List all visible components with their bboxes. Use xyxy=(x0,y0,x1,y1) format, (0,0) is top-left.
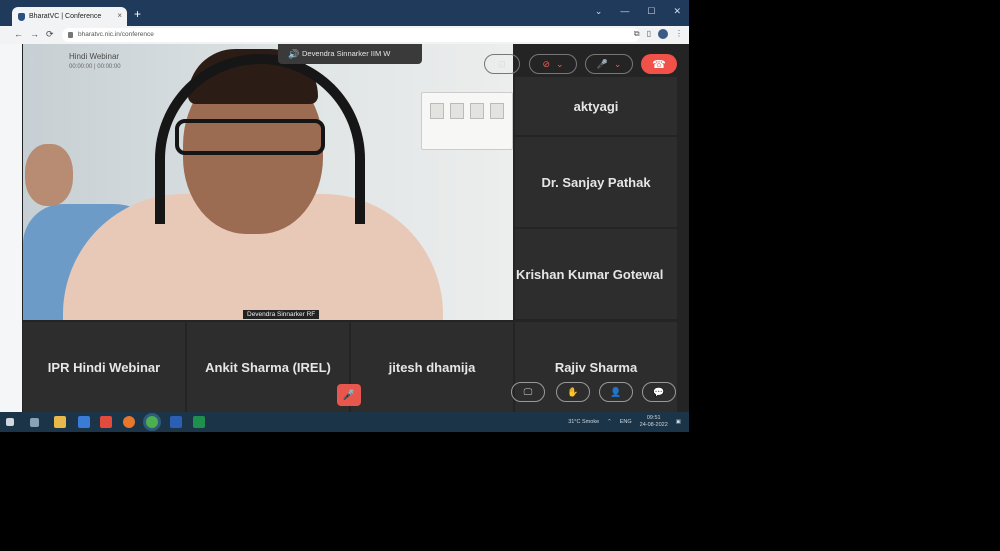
background-person-head xyxy=(25,144,73,206)
mic-off-icon: 🎤 xyxy=(342,389,356,401)
participant-name: IPR Hindi Webinar xyxy=(47,359,161,375)
maximize-icon[interactable]: ☐ xyxy=(647,6,655,17)
word-icon[interactable] xyxy=(170,416,182,428)
browser-tab-bar: BharatVC | Conference × + ⌄ — ☐ ✕ xyxy=(0,0,689,26)
new-tab-button[interactable]: + xyxy=(134,7,141,21)
participant-tile[interactable]: Krishan Kumar Gotewal xyxy=(515,229,677,319)
participant-name: Ankit Sharma (IREL) xyxy=(205,359,331,375)
notifications-icon[interactable]: ▣ xyxy=(676,419,681,425)
clock-date: 24-08-2022 xyxy=(639,422,668,428)
participant-tile[interactable]: IPR Hindi Webinar xyxy=(23,322,185,412)
main-speaker-video: Hindi Webinar 00:00:00 | 00:00:00 Devend… xyxy=(23,44,513,320)
webinar-subtitle: 00:00:00 | 00:00:00 xyxy=(69,64,121,70)
profile-avatar-icon[interactable] xyxy=(658,29,668,39)
active-speaker-name: Devendra Sinnarker IIM W xyxy=(302,49,391,58)
task-view-icon[interactable] xyxy=(30,418,39,427)
browser-tab[interactable]: BharatVC | Conference × xyxy=(12,7,127,26)
participant-name: aktyagi xyxy=(573,98,619,114)
participants-button[interactable]: 👤 xyxy=(599,382,633,402)
participant-name: Dr. Sanjay Pathak xyxy=(541,174,651,190)
site-shield-icon xyxy=(18,12,25,21)
chat-icon: 💬 xyxy=(653,386,665,397)
tab-search-icon[interactable]: ⌄ xyxy=(595,6,603,17)
mic-toggle-button[interactable]: 🎤 ⌄ xyxy=(585,54,633,74)
system-tray: 31°C Smoke ⌃ ENG 09:51 24-08-2022 ▣ xyxy=(568,415,681,429)
phone-hangup-icon: ☎ xyxy=(652,58,666,71)
tab-close-icon[interactable]: × xyxy=(117,11,122,20)
chat-button[interactable]: 💬 xyxy=(642,382,676,402)
conference-menu-icon[interactable]: ⋮ xyxy=(27,58,37,69)
webinar-title: Hindi Webinar xyxy=(69,52,120,61)
minimize-icon[interactable]: — xyxy=(620,6,629,17)
clock-time: 09:51 xyxy=(646,415,661,421)
screen-share-icon: ⊡ xyxy=(498,58,506,69)
participant-tile[interactable]: Ankit Sharma (IREL) xyxy=(187,322,349,412)
address-bar-actions: ⧉ ▯ ⋮ xyxy=(634,29,683,39)
raise-hand-button[interactable]: ✋ xyxy=(556,382,590,402)
start-icon[interactable] xyxy=(6,418,14,426)
video-off-icon: ⊘ xyxy=(542,58,550,69)
participant-tile[interactable]: Dr. Sanjay Pathak xyxy=(515,137,677,227)
speaker-name-tag: Devendra Sinnarker RF xyxy=(243,310,320,319)
tray-chevron-icon[interactable]: ⌃ xyxy=(607,419,612,425)
chrome-icon[interactable] xyxy=(146,416,158,428)
weather-widget[interactable]: 31°C Smoke xyxy=(568,419,599,425)
people-icon: 👤 xyxy=(610,386,622,397)
window-controls: ⌄ — ☐ ✕ xyxy=(595,6,681,17)
participant-name: Krishan Kumar Gotewal xyxy=(516,266,664,282)
mic-off-icon: 🎤 xyxy=(596,58,608,69)
chevron-down-icon: ⌄ xyxy=(613,58,622,69)
lock-icon xyxy=(68,32,73,38)
volume-icon: 🔊 xyxy=(288,49,300,59)
conference-stage: Hindi Webinar 00:00:00 | 00:00:00 Devend… xyxy=(0,44,689,412)
muted-mic-indicator[interactable]: 🎤 xyxy=(337,384,361,406)
address-bar: ← → ⟳ bharatvc.nic.in/conference ⧉ ▯ ⋮ xyxy=(0,26,689,44)
url-input[interactable]: bharatvc.nic.in/conference xyxy=(62,28,640,42)
participant-tile[interactable]: jitesh dhamija xyxy=(351,322,513,412)
media-app-icon[interactable] xyxy=(100,416,112,428)
excel-icon[interactable] xyxy=(193,416,205,428)
clock[interactable]: 09:51 24-08-2022 xyxy=(640,415,668,429)
webinar-header: Hindi Webinar 00:00:00 | 00:00:00 xyxy=(69,52,121,72)
firefox-icon[interactable] xyxy=(123,416,135,428)
outlook-icon[interactable] xyxy=(78,416,90,428)
language-indicator[interactable]: ENG xyxy=(620,419,632,425)
speaker-headset xyxy=(155,54,365,224)
layout-button[interactable]: 🖵 xyxy=(511,382,545,402)
tab-title: BharatVC | Conference xyxy=(29,13,102,20)
participant-name: Rajiv Sharma xyxy=(554,359,638,375)
url-text: bharatvc.nic.in/conference xyxy=(78,31,154,38)
browser-menu-icon[interactable]: ⋮ xyxy=(675,29,683,39)
taskbar: 31°C Smoke ⌃ ENG 09:51 24-08-2022 ▣ xyxy=(0,412,689,432)
active-speaker-chip: 🔊 Devendra Sinnarker IIM W xyxy=(278,44,422,64)
screen: BharatVC | Conference × + ⌄ — ☐ ✕ ← → ⟳ … xyxy=(0,0,689,432)
video-toggle-button[interactable]: ⊘ ⌄ xyxy=(529,54,577,74)
screen-share-button[interactable]: ⊡ xyxy=(484,54,520,74)
chevron-down-icon: ⌄ xyxy=(556,58,564,69)
left-strip xyxy=(0,44,22,412)
participant-tile[interactable]: aktyagi xyxy=(515,77,677,135)
sidebar-icon[interactable]: ▯ xyxy=(647,29,651,39)
monitor-icon: 🖵 xyxy=(523,386,533,397)
participant-name: jitesh dhamija xyxy=(388,359,476,375)
back-icon[interactable]: ← xyxy=(14,29,23,39)
file-explorer-icon[interactable] xyxy=(54,416,66,428)
forward-icon[interactable]: → xyxy=(30,29,39,39)
leave-call-button[interactable]: ☎ xyxy=(641,54,677,74)
hand-icon: ✋ xyxy=(567,386,579,397)
close-window-icon[interactable]: ✕ xyxy=(673,6,681,17)
reload-icon[interactable]: ⟳ xyxy=(46,29,54,40)
extensions-icon[interactable]: ⧉ xyxy=(634,29,640,39)
wall-switchboard xyxy=(421,92,513,150)
